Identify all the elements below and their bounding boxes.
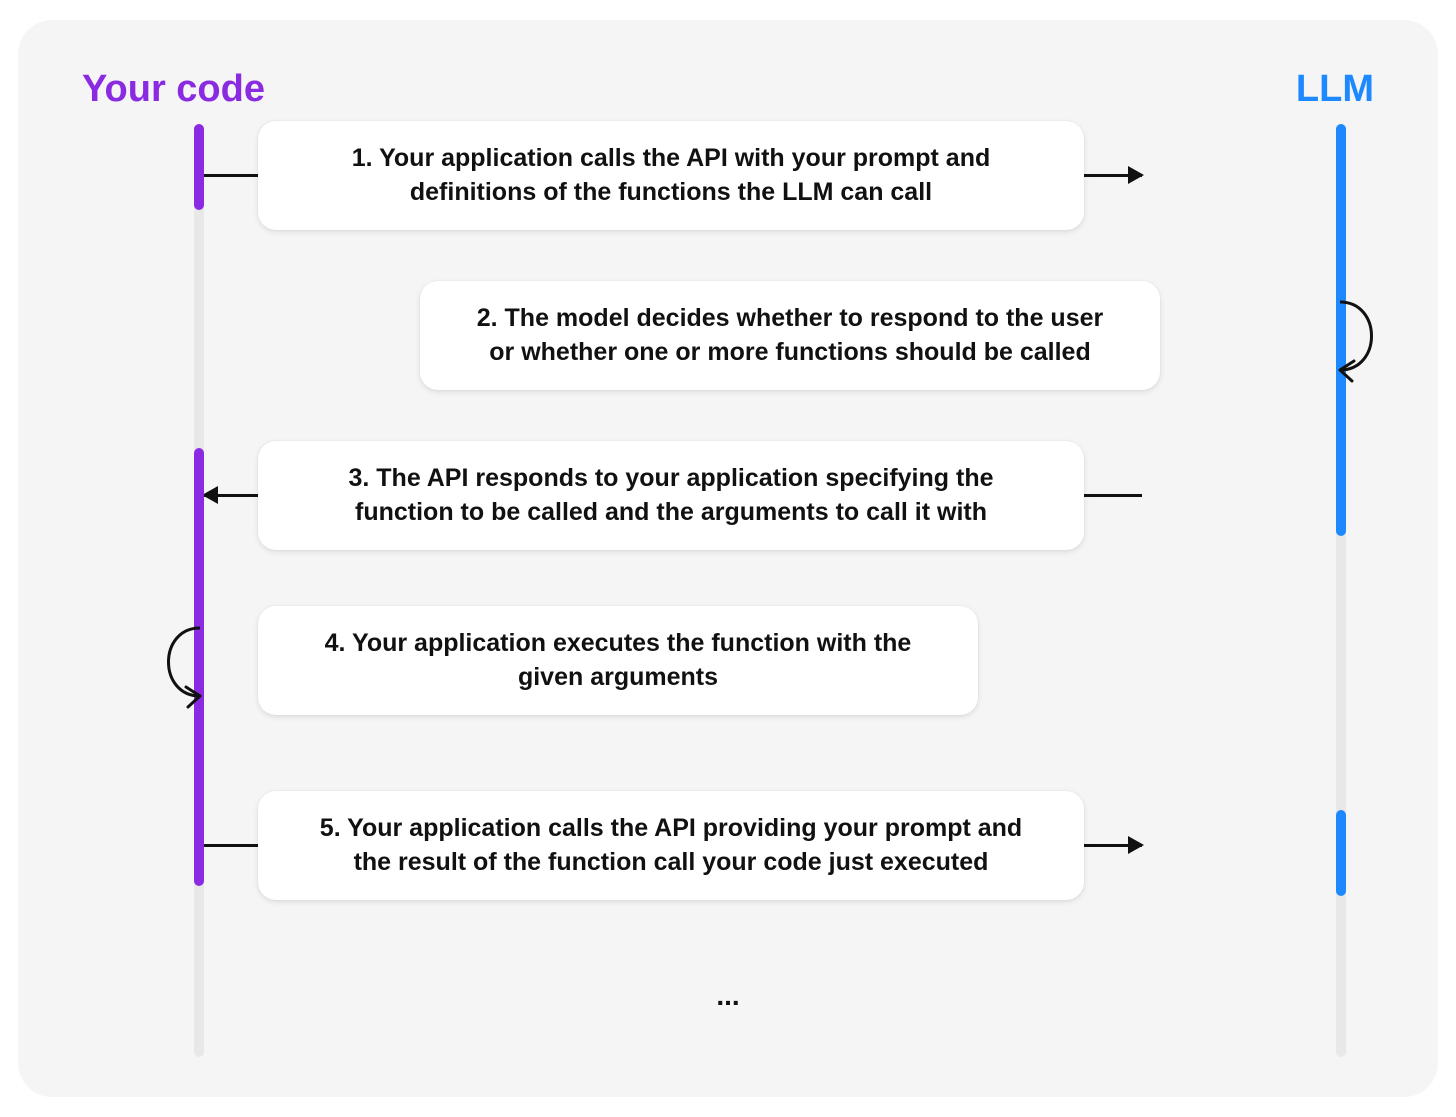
arrow-left-icon [204,494,258,497]
participant-your-code: Your code [82,68,265,111]
step-3-message: 3. The API responds to your application … [258,441,1084,550]
step-2-message: 2. The model decides whether to respond … [420,281,1160,390]
participant-llm: LLM [1296,68,1374,111]
step-2-row: 2. The model decides whether to respond … [82,290,1374,380]
continuation-ellipsis: ... [82,980,1374,1012]
activation-llm-2 [1336,810,1346,896]
arrow-right-icon [1084,174,1142,177]
step-3-row: 3. The API responds to your application … [82,450,1374,540]
step-1-message: 1. Your application calls the API with y… [258,121,1084,230]
participant-headers: Your code LLM [82,68,1374,111]
step-5-row: 5. Your application calls the API provid… [82,800,1374,890]
step-4-message: 4. Your application executes the functio… [258,606,978,715]
self-loop-llm-icon [1322,292,1392,388]
self-loop-code-icon [148,618,218,714]
step-4-row: 4. Your application executes the functio… [82,615,1374,705]
step-1-row: 1. Your application calls the API with y… [82,130,1374,220]
activation-code-1 [194,124,204,210]
diagram-panel: Your code LLM 1. Your application calls … [18,20,1438,1097]
arrow-right-icon [1084,844,1142,847]
step-5-message: 5. Your application calls the API provid… [258,791,1084,900]
sequence-stage: 1. Your application calls the API with y… [82,130,1374,1057]
